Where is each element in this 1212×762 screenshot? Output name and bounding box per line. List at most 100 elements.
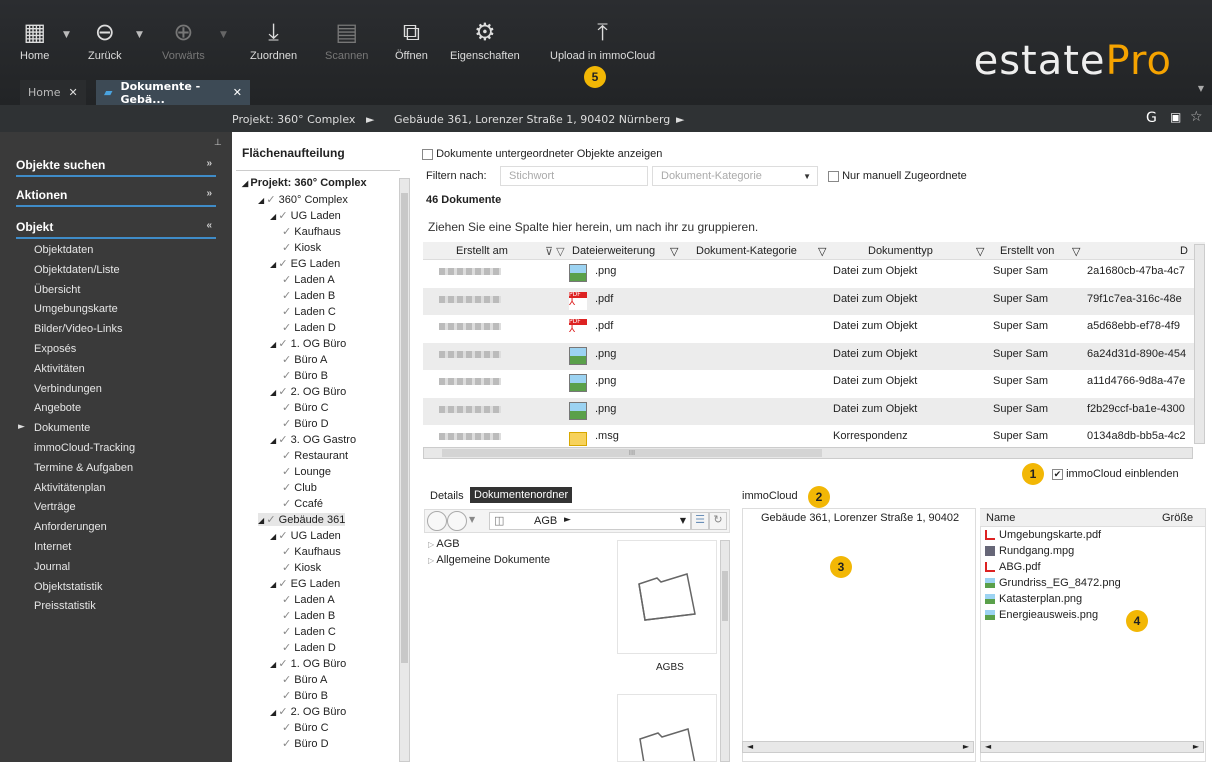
column-name[interactable]: Name bbox=[986, 512, 1015, 524]
upload-immocloud-button[interactable]: ⤒ Upload in immoCloud bbox=[550, 18, 655, 62]
scroll-thumb[interactable]: III bbox=[442, 449, 822, 457]
tree-node[interactable]: ✓ Büro A bbox=[282, 353, 327, 366]
grid-vscroll[interactable] bbox=[1194, 244, 1205, 444]
tree-node[interactable]: ◢ ✓ UG Laden bbox=[270, 209, 341, 222]
tree-node[interactable]: ◢ ✓ 1. OG Büro bbox=[270, 337, 346, 350]
column-created-by[interactable]: Erstellt von bbox=[1000, 245, 1054, 257]
folder-thumbnail[interactable] bbox=[617, 540, 717, 654]
tree-node[interactable]: ✓ Laden A bbox=[282, 593, 335, 606]
sidebar-item[interactable]: Internet bbox=[34, 541, 71, 553]
show-sub-docs-checkbox[interactable]: Dokumente untergeordneter Objekte anzeig… bbox=[422, 148, 662, 160]
show-immocloud-checkbox[interactable]: ✔ immoCloud einblenden bbox=[1052, 468, 1179, 480]
sidebar-item[interactable]: Anforderungen bbox=[34, 521, 107, 533]
folder-item[interactable]: ▷ Allgemeine Dokumente bbox=[428, 554, 550, 566]
category-select[interactable]: Dokument-Kategorie ▼ bbox=[652, 166, 818, 186]
sidebar-item[interactable]: Objektstatistik bbox=[34, 581, 102, 593]
chevron-down-icon[interactable]: ▼ bbox=[136, 30, 143, 40]
chevron-right-icon[interactable]: ► bbox=[963, 742, 969, 751]
sidebar-item[interactable]: Angebote bbox=[34, 402, 81, 414]
floppy-icon[interactable]: ▣ bbox=[1170, 110, 1181, 124]
file-hscroll[interactable]: ◄ ► bbox=[980, 741, 1204, 753]
grid-hscroll[interactable]: III bbox=[423, 447, 1193, 459]
filter-icon[interactable]: ⊽ ▽ bbox=[545, 245, 565, 258]
home-button[interactable]: ▦ Home bbox=[20, 18, 49, 62]
cloud-file-item[interactable]: ABG.pdf bbox=[985, 561, 1041, 573]
sidebar-item[interactable]: Objektdaten bbox=[34, 244, 93, 256]
tree-node[interactable]: ✓ Laden D bbox=[282, 641, 336, 654]
table-row[interactable]: .png Datei zum Objekt Super Sam 2a1680cb-47… bbox=[423, 260, 1203, 287]
tree-node[interactable]: ✓ Büro C bbox=[282, 401, 329, 414]
sidebar-item[interactable]: Preisstatistik bbox=[34, 600, 96, 612]
tree-node[interactable]: ◢ ✓ EG Laden bbox=[270, 577, 340, 590]
close-icon[interactable]: ✕ bbox=[68, 86, 77, 99]
sidebar-item[interactable]: Übersicht bbox=[34, 284, 80, 296]
tree-node[interactable]: ◢ Projekt: 360° Complex bbox=[242, 177, 367, 189]
chevron-down-icon[interactable]: ▼ bbox=[1198, 84, 1204, 93]
tree-node[interactable]: ✓ Büro C bbox=[282, 721, 329, 734]
cloud-node-building[interactable]: Gebäude 361, Lorenzer Straße 1, 90402 bbox=[761, 512, 959, 524]
tree-node[interactable]: ✓ Kaufhaus bbox=[282, 545, 341, 558]
table-row[interactable]: .png Datei zum Objekt Super Sam 6a24d31d-89… bbox=[423, 342, 1203, 370]
properties-button[interactable]: ⚙ Eigenschaften bbox=[450, 18, 520, 62]
sidebar-section-object[interactable]: Objekt « bbox=[16, 220, 216, 239]
chevron-left-icon[interactable]: ◄ bbox=[985, 742, 991, 751]
tab-documents[interactable]: ▰ Dokumente - Gebä... ✕ bbox=[96, 80, 250, 106]
tree-node[interactable]: ✓ Büro A bbox=[282, 673, 327, 686]
table-row[interactable]: .png Datei zum Objekt Super Sam a11d4766-9d… bbox=[423, 370, 1203, 397]
refresh-icon[interactable]: ↻ bbox=[709, 512, 727, 530]
tree-node[interactable]: ✓ Kiosk bbox=[282, 241, 321, 254]
forward-circle-icon[interactable] bbox=[447, 511, 467, 531]
list-view-icon[interactable]: ☰ bbox=[691, 512, 709, 530]
tree-node[interactable]: ◢ ✓ 2. OG Büro bbox=[270, 385, 346, 398]
chevron-right-icon[interactable]: ► bbox=[676, 113, 684, 126]
tree-node[interactable]: ✓ Kaufhaus bbox=[282, 225, 341, 238]
filter-icon[interactable]: ▽ bbox=[1072, 245, 1080, 258]
sidebar-item[interactable]: Bilder/Video-Links bbox=[34, 323, 122, 335]
column-created[interactable]: Erstellt am bbox=[456, 245, 508, 257]
tree-node[interactable]: ✓ Kiosk bbox=[282, 561, 321, 574]
column-category[interactable]: Dokument-Kategorie bbox=[696, 245, 797, 257]
star-icon[interactable]: ☆ bbox=[1190, 109, 1203, 125]
chevron-down-icon[interactable]: ▼ bbox=[220, 30, 227, 40]
sidebar-item[interactable]: Aktivitätenplan bbox=[34, 482, 106, 494]
tree-node[interactable]: ✓ Büro B bbox=[282, 369, 328, 382]
sidebar-item[interactable]: Journal bbox=[34, 561, 70, 573]
tree-node[interactable]: ✓ Laden B bbox=[282, 289, 335, 302]
column-extension[interactable]: Dateierweiterung bbox=[572, 245, 655, 257]
sidebar-item[interactable]: Objektdaten/Liste bbox=[34, 264, 120, 276]
cloud-file-item[interactable]: Umgebungskarte.pdf bbox=[985, 529, 1101, 541]
column-size[interactable]: Größe bbox=[1162, 512, 1193, 524]
tree-node[interactable]: ◢ ✓ 360° Complex bbox=[258, 193, 348, 206]
tab-home[interactable]: Home ✕ bbox=[20, 80, 86, 105]
scan-button[interactable]: ▤ Scannen bbox=[325, 18, 368, 62]
tree-node[interactable]: ✓ Laden B bbox=[282, 609, 335, 622]
cloud-file-item[interactable]: Rundgang.mpg bbox=[985, 545, 1074, 557]
keyword-input[interactable]: Stichwort bbox=[500, 166, 648, 186]
tree-node[interactable]: ✓ Büro D bbox=[282, 417, 329, 430]
tree-node[interactable]: ✓ Büro B bbox=[282, 689, 328, 702]
sidebar-section-search[interactable]: Objekte suchen» bbox=[16, 158, 216, 177]
tab-document-folder[interactable]: Dokumentenordner bbox=[470, 487, 573, 503]
back-button[interactable]: ⊖ Zurück bbox=[88, 18, 122, 62]
sidebar-item[interactable]: Exposés bbox=[34, 343, 76, 355]
scroll-thumb[interactable] bbox=[401, 193, 408, 663]
sidebar-item[interactable]: Termine & Aufgaben bbox=[34, 462, 133, 474]
tree-node[interactable]: ◢ ✓ UG Laden bbox=[270, 529, 341, 542]
google-icon[interactable]: G bbox=[1146, 110, 1157, 126]
tree-node[interactable]: ✓ Lounge bbox=[282, 465, 331, 478]
chevron-right-icon[interactable]: ► bbox=[1193, 742, 1199, 751]
tree-node[interactable]: ◢ ✓ Gebäude 361 bbox=[258, 513, 346, 526]
assign-button[interactable]: ⤓ Zuordnen bbox=[250, 18, 297, 62]
forward-button[interactable]: ⊕ Vorwärts bbox=[162, 18, 205, 62]
tree-node[interactable]: ✓ Laden C bbox=[282, 625, 336, 638]
breadcrumb-building[interactable]: Gebäude 361, Lorenzer Straße 1, 90402 Nü… bbox=[394, 113, 670, 126]
folder-path-select[interactable]: ◫ AGB ► ▼ bbox=[489, 512, 691, 530]
breadcrumb-project[interactable]: Projekt: 360° Complex bbox=[232, 113, 355, 126]
table-row[interactable]: .png Datei zum Objekt Super Sam f2b29ccf-ba… bbox=[423, 397, 1203, 425]
sidebar-item[interactable]: immoCloud-Tracking bbox=[34, 442, 135, 454]
tree-node[interactable]: ◢ ✓ 3. OG Gastro bbox=[270, 433, 356, 446]
sidebar-item[interactable]: Umgebungskarte bbox=[34, 303, 118, 315]
manual-only-checkbox[interactable]: Nur manuell Zugeordnete bbox=[828, 170, 967, 182]
chevron-left-icon[interactable]: ◄ bbox=[747, 742, 753, 751]
filter-icon[interactable]: ▽ bbox=[818, 245, 826, 258]
